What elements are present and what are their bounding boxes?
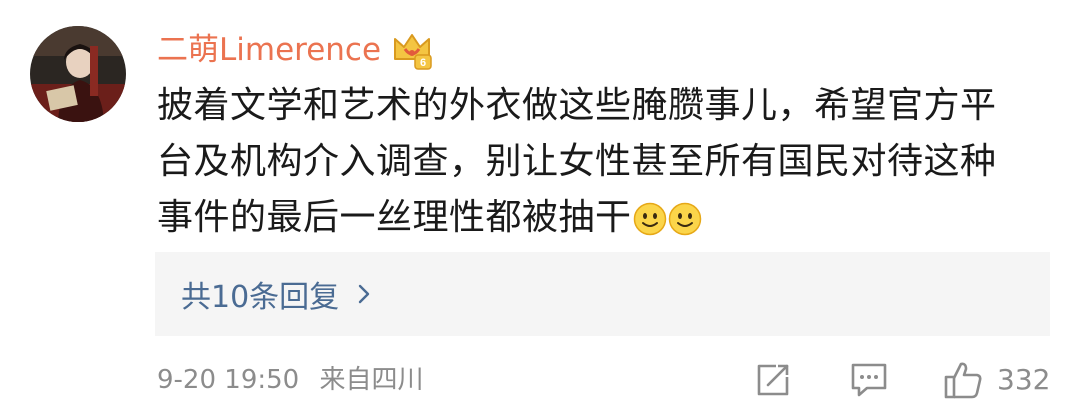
chevron-right-icon: [358, 284, 370, 304]
username[interactable]: 二萌Limerence: [157, 24, 381, 76]
smile-emoji: [633, 197, 667, 236]
share-button[interactable]: [754, 358, 792, 402]
comment-line: 台及机构介入调查，别让女性甚至所有国民对待这种: [157, 141, 997, 182]
badge-level: 6: [420, 57, 426, 69]
replies-panel: 共10条回复: [155, 252, 1050, 336]
thumbs-up-icon: [944, 362, 982, 399]
avatar-image: [30, 26, 126, 122]
comment-button[interactable]: [849, 358, 889, 402]
crown-badge-icon[interactable]: 6: [391, 29, 433, 71]
smile-emoji: [668, 197, 702, 236]
like-button[interactable]: 332: [943, 358, 1050, 402]
replies-count-label: 共10条回复: [181, 280, 340, 315]
source-location: 来自四川: [319, 365, 424, 395]
share-icon: [757, 364, 789, 396]
view-replies-link[interactable]: 共10条回复: [181, 252, 371, 336]
comment-line: 事件的最后一丝理性都被抽干: [157, 190, 1037, 246]
comment-meta: 9-20 19:50 来自四川: [157, 360, 423, 400]
avatar[interactable]: [30, 26, 126, 122]
timestamp: 9-20 19:50: [157, 365, 300, 395]
comment-icon: [851, 363, 887, 397]
comment-line: 披着文学和艺术的外衣做这些腌臜事儿，希望官方平: [157, 85, 997, 126]
comment-line-text: 事件的最后一丝理性都被抽干: [157, 197, 632, 238]
comment-text: 披着文学和艺术的外衣做这些腌臜事儿，希望官方平 台及机构介入调查，别让女性甚至所…: [157, 78, 1037, 246]
comment-header: 二萌Limerence 6: [157, 24, 433, 76]
like-count: 332: [997, 363, 1051, 396]
